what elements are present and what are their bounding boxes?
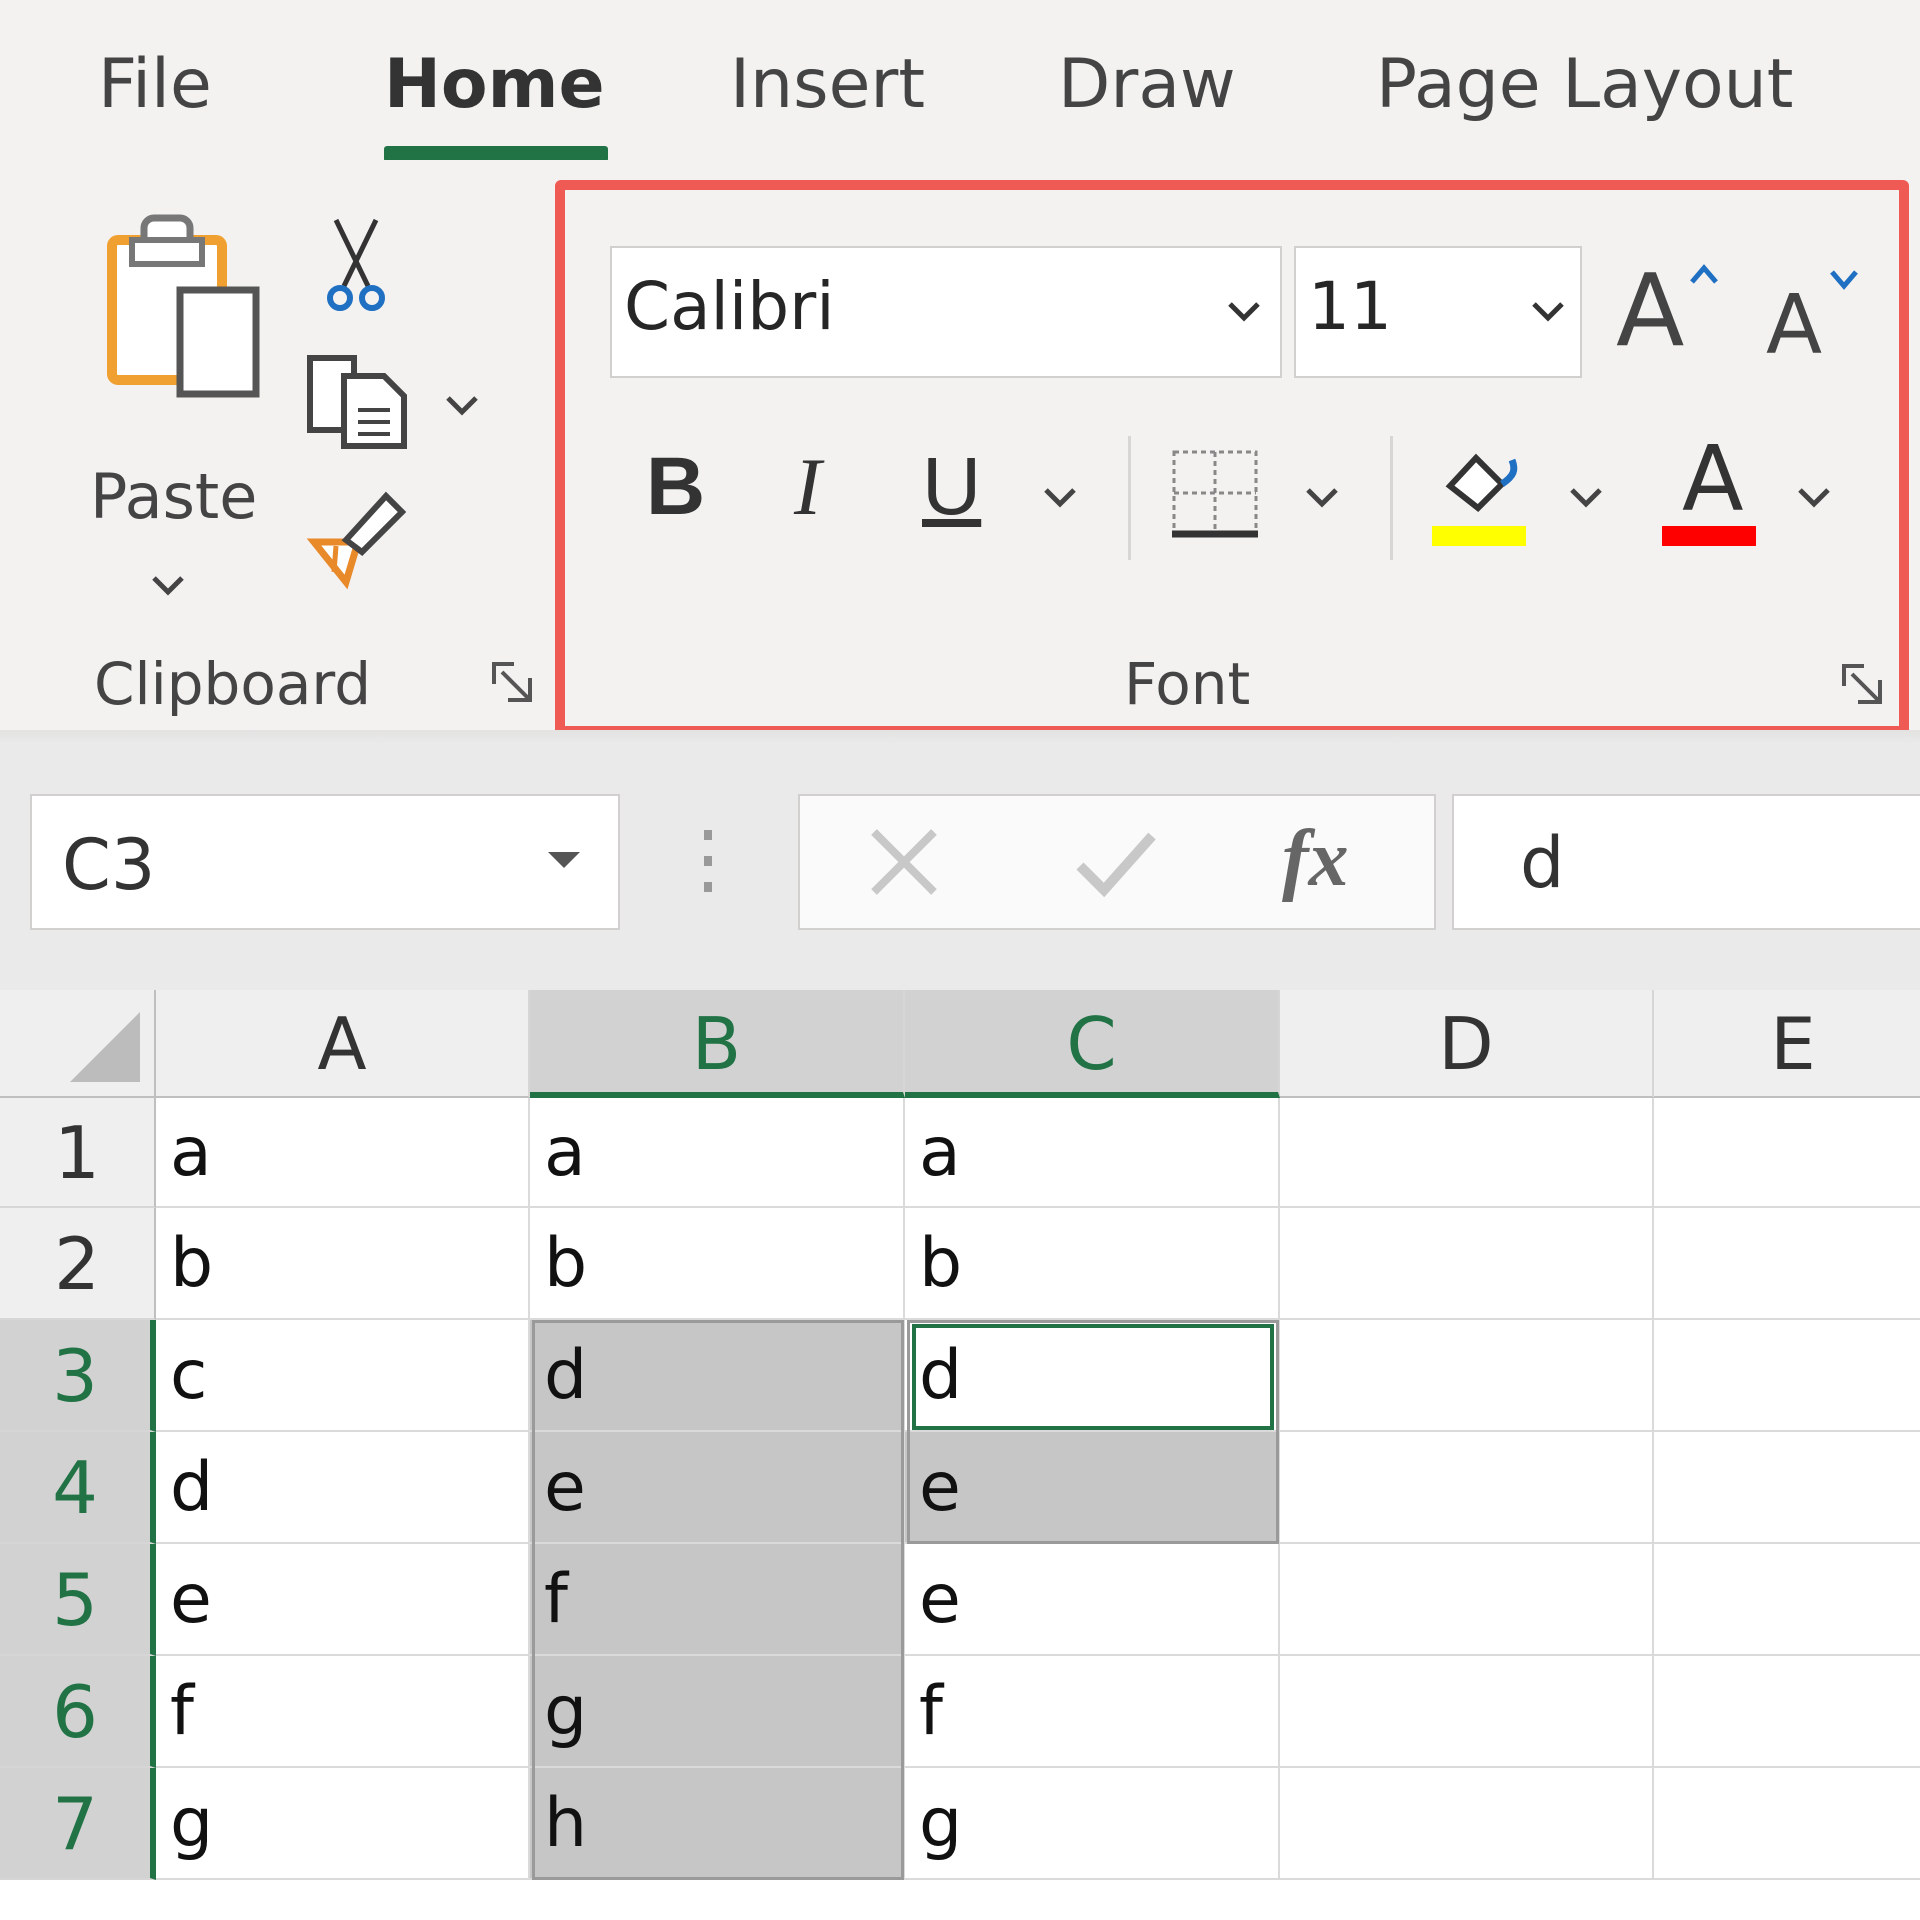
row-header-1[interactable]: 1 [0, 1098, 156, 1208]
cell-d3[interactable] [1280, 1320, 1654, 1432]
name-box[interactable]: C3 [30, 794, 620, 930]
cut-icon[interactable] [316, 216, 396, 316]
select-all-corner[interactable] [0, 990, 156, 1098]
active-cell-c3[interactable] [912, 1324, 1274, 1430]
cell-d7[interactable] [1280, 1768, 1654, 1880]
column-header-c[interactable]: C [905, 990, 1280, 1098]
cell-a5[interactable]: e [156, 1544, 530, 1656]
cell-b1[interactable]: a [530, 1098, 905, 1208]
cell-c7[interactable]: g [905, 1768, 1280, 1880]
ribbon-shadow [0, 730, 1920, 744]
more-options-icon[interactable] [698, 826, 718, 896]
tab-home[interactable]: Home [384, 40, 605, 130]
cell-e1[interactable] [1654, 1098, 1920, 1208]
row-header-7[interactable]: 7 [0, 1768, 156, 1880]
cell-c5[interactable]: e [905, 1544, 1280, 1656]
paste-label: Paste [90, 460, 258, 533]
cell-e4[interactable] [1654, 1432, 1920, 1544]
formula-buttons: fx [798, 794, 1436, 930]
cell-a4[interactable]: d [156, 1432, 530, 1544]
chevron-down-icon [152, 576, 184, 596]
format-painter-icon[interactable] [306, 490, 406, 590]
clipboard-dialog-launcher-icon[interactable] [490, 660, 536, 706]
formula-value: d [1520, 822, 1565, 904]
cell-a3[interactable]: c [156, 1320, 530, 1432]
cell-a7[interactable]: g [156, 1768, 530, 1880]
cell-a6[interactable]: f [156, 1656, 530, 1768]
cell-a1[interactable]: a [156, 1098, 530, 1208]
name-box-value: C3 [62, 824, 156, 906]
cell-d5[interactable] [1280, 1544, 1654, 1656]
row-header-5[interactable]: 5 [0, 1544, 156, 1656]
cancel-icon[interactable] [864, 822, 944, 902]
cell-a2[interactable]: b [156, 1208, 530, 1320]
cell-d1[interactable] [1280, 1098, 1654, 1208]
paste-button[interactable]: Paste [80, 210, 280, 610]
paste-icon [107, 214, 260, 398]
tab-draw[interactable]: Draw [1058, 40, 1236, 130]
select-all-triangle-icon [70, 1012, 140, 1082]
tab-page-layout[interactable]: Page Layout [1376, 40, 1793, 130]
tab-insert[interactable]: Insert [730, 40, 925, 130]
cell-e3[interactable] [1654, 1320, 1920, 1432]
row-header-3[interactable]: 3 [0, 1320, 156, 1432]
column-header-a[interactable]: A [156, 990, 530, 1098]
column-header-d[interactable]: D [1280, 990, 1654, 1098]
row-header-6[interactable]: 6 [0, 1656, 156, 1768]
copy-dropdown-chevron-icon[interactable] [442, 390, 482, 420]
column-header-e[interactable]: E [1654, 990, 1920, 1098]
fx-icon[interactable]: fx [1282, 814, 1349, 905]
tab-file[interactable]: File [98, 40, 212, 130]
row-header-2[interactable]: 2 [0, 1208, 156, 1320]
cell-d6[interactable] [1280, 1656, 1654, 1768]
cell-e7[interactable] [1654, 1768, 1920, 1880]
cell-d4[interactable] [1280, 1432, 1654, 1544]
chevron-down-icon [548, 852, 580, 868]
row-header-4[interactable]: 4 [0, 1432, 156, 1544]
clipboard-group-label: Clipboard [94, 650, 372, 718]
font-group-highlight [555, 180, 1909, 736]
column-header-b[interactable]: B [530, 990, 905, 1098]
cell-c2[interactable]: b [905, 1208, 1280, 1320]
selection-range-b [532, 1320, 904, 1880]
enter-icon[interactable] [1072, 822, 1158, 902]
copy-icon[interactable] [304, 350, 414, 450]
cell-e6[interactable] [1654, 1656, 1920, 1768]
spreadsheet-grid: ABCDE1aaa2bbb3cdd4dee5efe6fgf7ghg [0, 990, 1920, 1920]
cell-c6[interactable]: f [905, 1656, 1280, 1768]
cell-c1[interactable]: a [905, 1098, 1280, 1208]
cell-e5[interactable] [1654, 1544, 1920, 1656]
ribbon-tabs: File Home Insert Draw Page Layout [0, 0, 1920, 162]
cell-e2[interactable] [1654, 1208, 1920, 1320]
formula-input[interactable]: d [1452, 794, 1920, 930]
cell-b2[interactable]: b [530, 1208, 905, 1320]
cell-d2[interactable] [1280, 1208, 1654, 1320]
